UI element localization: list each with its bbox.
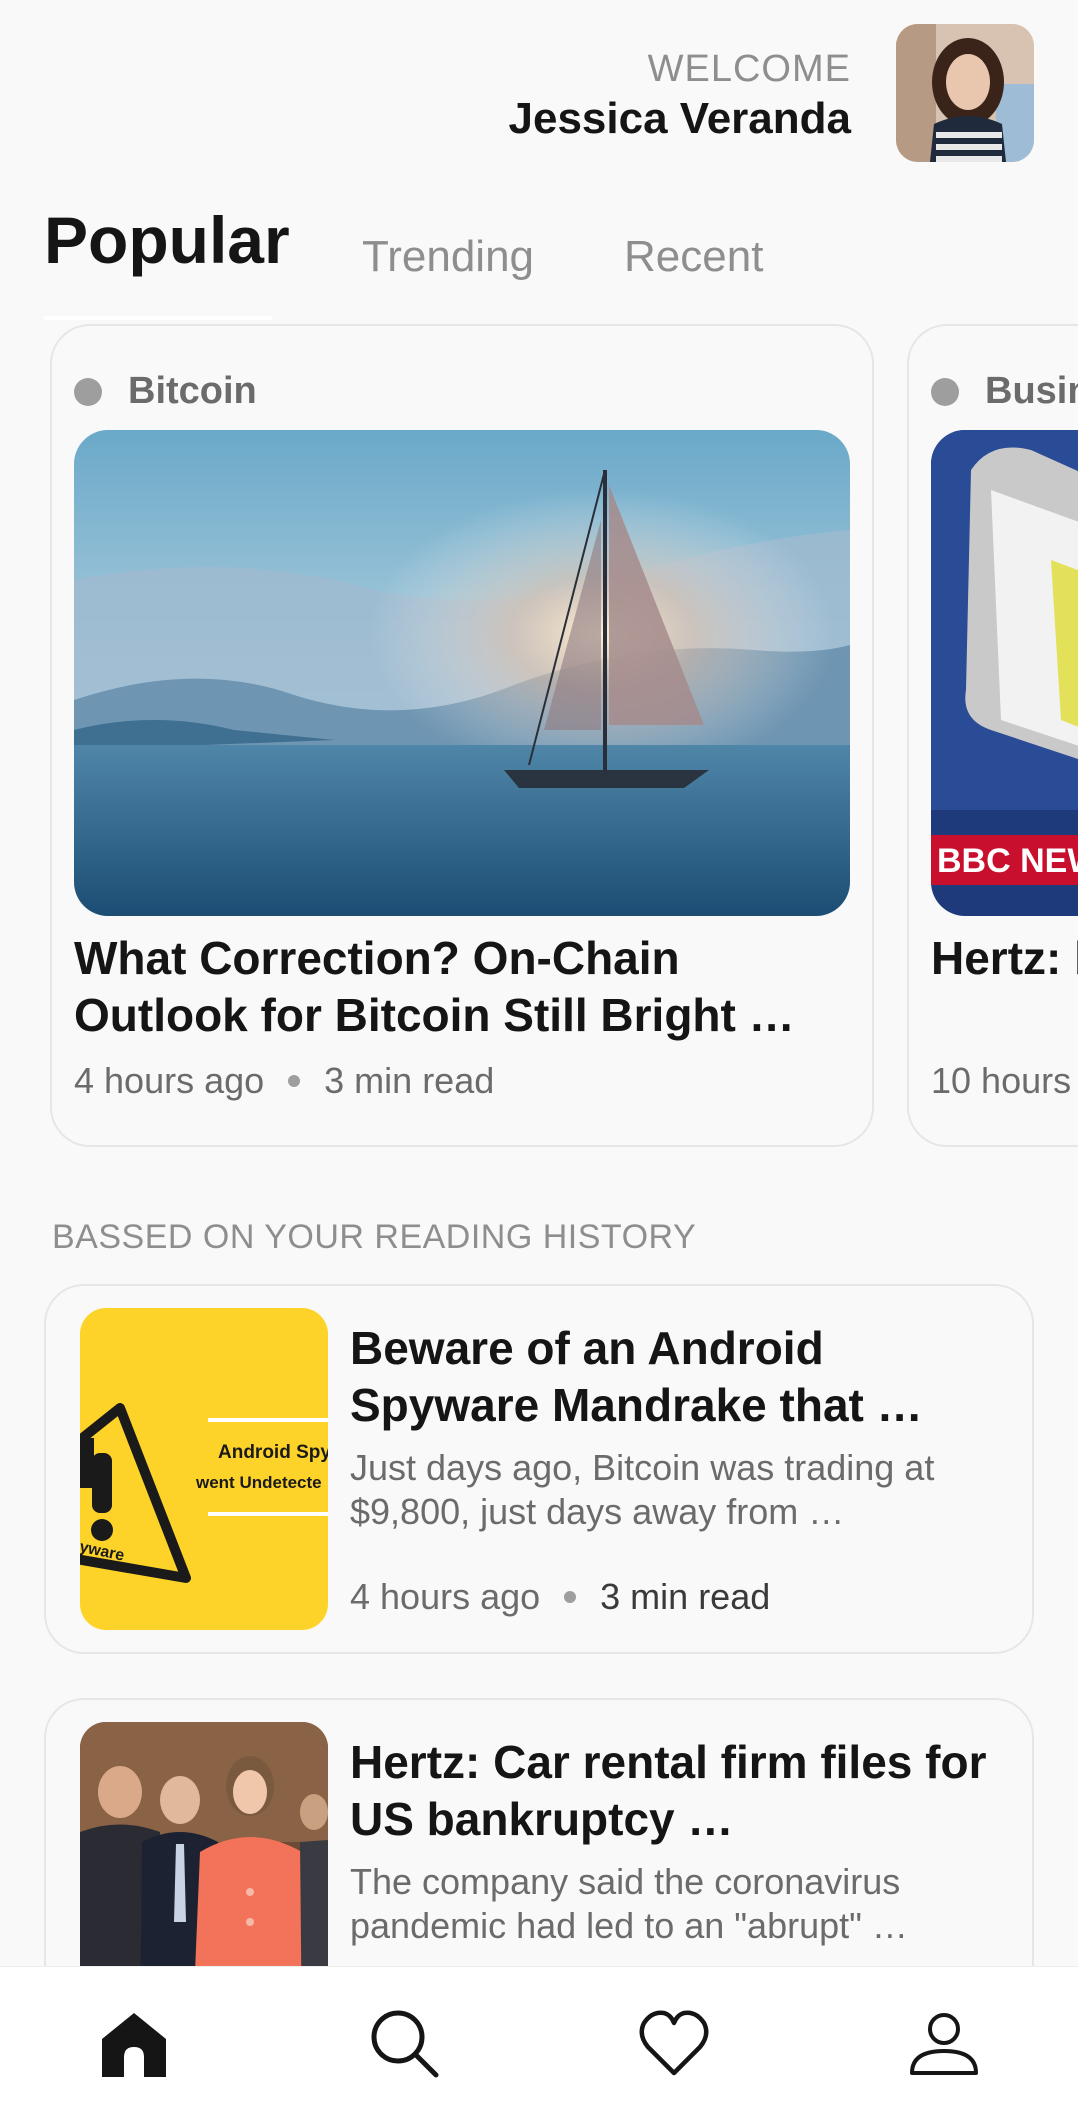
bbc-news-logo-text: BBC NEWS [937, 842, 1078, 880]
category-tag: Bitcoin [74, 370, 257, 413]
bbc-news-photo: BBC NEWS [931, 430, 1078, 916]
article-image[interactable] [74, 430, 850, 916]
popular-carousel[interactable]: Bitcoin What Correction? On-Chain Outloo… [0, 324, 1078, 1149]
category-tabs: Popular Trending Recent [44, 203, 1044, 320]
nav-favorites-button[interactable] [634, 2003, 714, 2083]
separator-dot-icon [288, 1075, 301, 1087]
search-icon [371, 2010, 439, 2078]
category-dot-icon [931, 377, 959, 406]
tab-trending[interactable]: Trending [362, 232, 534, 282]
article-meta: 4 hours ago 3 min read [74, 1060, 494, 1102]
article-read-time: 3 min read [600, 1576, 771, 1617]
article-meta: 10 hours [931, 1060, 1071, 1102]
article-card[interactable]: Busin BBC NEWS Hertz: bankru 10 hours [907, 324, 1078, 1147]
separator-dot-icon [564, 1591, 577, 1603]
news-home-screen: WELCOME Jessica Veranda Popular Trending… [0, 0, 1078, 2116]
article-title[interactable]: Hertz: Car rental firm files for US bank… [350, 1734, 1010, 1848]
heart-icon [639, 2010, 709, 2076]
sailboat-photo [74, 430, 850, 916]
nav-search-button[interactable] [364, 2003, 444, 2083]
category-label: Busin [985, 370, 1078, 412]
article-title[interactable]: What Correction? On-Chain Outlook for Bi… [74, 930, 854, 1044]
user-avatar-photo [896, 24, 1034, 162]
user-name: Jessica Veranda [508, 94, 851, 143]
list-item[interactable]: Android Spy went Undetecte yware Beware … [44, 1284, 1034, 1654]
article-time: 10 hours [931, 1060, 1072, 1101]
welcome-label: WELCOME [647, 48, 851, 90]
article-time: 4 hours ago [350, 1576, 541, 1617]
tab-recent[interactable]: Recent [624, 232, 763, 282]
article-title[interactable]: Hertz: bankru [931, 930, 1078, 987]
category-label: Bitcoin [128, 370, 257, 412]
tab-popular[interactable]: Popular [44, 202, 290, 278]
bottom-navigation [0, 1966, 1078, 2116]
active-tab-indicator [44, 316, 272, 320]
nav-profile-button[interactable] [904, 2003, 984, 2083]
article-title[interactable]: Beware of an Android Spyware Mandrake th… [350, 1320, 1010, 1434]
home-icon [102, 2013, 166, 2077]
avatar[interactable] [896, 24, 1034, 162]
category-dot-icon [74, 377, 102, 406]
article-time: 4 hours ago [74, 1060, 265, 1101]
android-spyware-warning: Android Spy went Undetecte yware [80, 1308, 328, 1630]
spyware-image-text-2: went Undetecte [195, 1473, 322, 1492]
article-image[interactable]: BBC NEWS [931, 430, 1078, 916]
category-tag: Busin [931, 370, 1078, 413]
article-card[interactable]: Bitcoin What Correction? On-Chain Outloo… [50, 324, 874, 1147]
article-description: The company said the coronavirus pandemi… [350, 1861, 908, 1946]
article-meta: 4 hours ago 3 min read [350, 1576, 770, 1618]
article-description: Just days ago, Bitcoin was trading at $9… [350, 1447, 935, 1532]
person-icon [910, 2013, 978, 2075]
spyware-image-text-1: Android Spy [218, 1442, 328, 1463]
article-thumbnail[interactable]: Android Spy went Undetecte yware [80, 1308, 328, 1630]
nav-home-button[interactable] [94, 2003, 174, 2083]
article-read-time: 3 min read [324, 1060, 495, 1101]
header: WELCOME Jessica Veranda [0, 22, 1078, 162]
section-title: BASSED ON YOUR READING HISTORY [52, 1218, 697, 1256]
